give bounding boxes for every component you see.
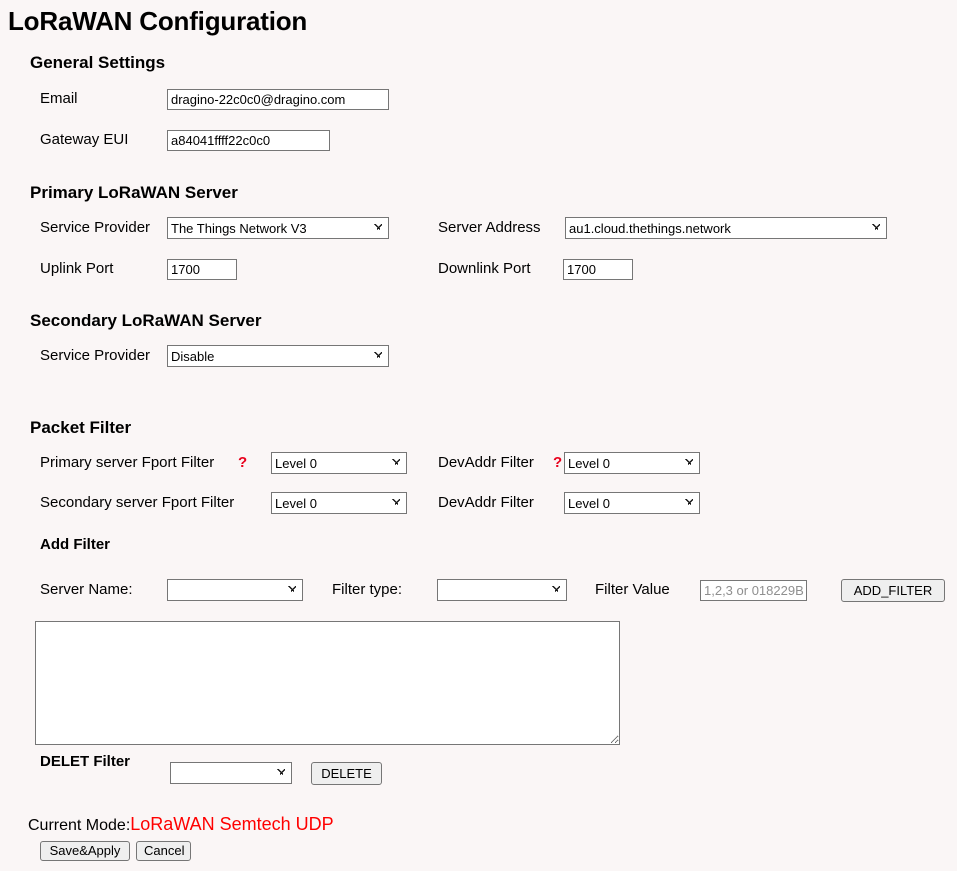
add-filter-button[interactable]: ADD_FILTER	[841, 579, 945, 602]
server-name-label: Server Name:	[40, 581, 133, 598]
section-heading-packet-filter: Packet Filter	[30, 418, 132, 437]
secondary-service-provider-label: Service Provider	[40, 347, 151, 364]
secondary-devaddr-filter-select[interactable]: Level 0	[564, 492, 700, 514]
primary-devaddr-help-icon[interactable]: ?	[553, 455, 562, 470]
section-heading-general-settings: General Settings	[30, 53, 166, 72]
current-mode-row: Current Mode: LoRaWAN Semtech UDP	[28, 814, 334, 835]
primary-fport-help-icon[interactable]: ?	[238, 455, 247, 470]
primary-fport-filter-label: Primary server Fport Filter	[40, 454, 215, 471]
email-field[interactable]	[167, 89, 389, 110]
secondary-service-provider-select[interactable]: Disable	[167, 345, 389, 367]
cancel-button[interactable]: Cancel	[136, 841, 191, 861]
server-name-select-wrap	[167, 579, 303, 601]
current-mode-value: LoRaWAN Semtech UDP	[130, 814, 334, 834]
uplink-port-label: Uplink Port	[40, 260, 114, 277]
delete-button[interactable]: DELETE	[311, 762, 382, 785]
primary-service-provider-label: Service Provider	[40, 219, 151, 236]
section-heading-primary-server: Primary LoRaWAN Server	[30, 183, 238, 202]
secondary-devaddr-filter-select-wrap: Level 0	[564, 492, 700, 514]
delete-filter-select-wrap	[170, 762, 292, 784]
filter-type-select[interactable]	[437, 579, 567, 601]
uplink-port-field[interactable]	[167, 259, 237, 280]
filter-type-label: Filter type:	[332, 581, 403, 598]
downlink-port-label: Downlink Port	[438, 260, 531, 277]
secondary-fport-filter-select-wrap: Level 0	[271, 492, 407, 514]
gateway-eui-label: Gateway EUI	[40, 131, 129, 148]
subsection-heading-add-filter: Add Filter	[40, 536, 110, 553]
primary-service-provider-select-wrap: The Things Network V3	[167, 217, 389, 239]
server-address-label: Server Address	[438, 219, 541, 236]
primary-fport-filter-select-wrap: Level 0	[271, 452, 407, 474]
filter-type-select-wrap	[437, 579, 567, 601]
current-mode-label: Current Mode:	[28, 817, 131, 834]
primary-service-provider-select[interactable]: The Things Network V3	[167, 217, 389, 239]
downlink-port-field[interactable]	[563, 259, 633, 280]
secondary-devaddr-filter-label: DevAddr Filter	[438, 494, 534, 511]
primary-devaddr-filter-select[interactable]: Level 0	[564, 452, 700, 474]
secondary-fport-filter-label: Secondary server Fport Filter	[40, 494, 235, 511]
subsection-heading-delete-filter: DELET Filter	[40, 753, 131, 770]
save-apply-button[interactable]: Save&Apply	[40, 841, 130, 861]
page-title: LoRaWAN Configuration	[8, 6, 308, 36]
server-name-select[interactable]	[167, 579, 303, 601]
email-label: Email	[40, 90, 78, 107]
server-address-select[interactable]: au1.cloud.thethings.network	[565, 217, 887, 239]
secondary-service-provider-select-wrap: Disable	[167, 345, 389, 367]
delete-filter-select[interactable]	[170, 762, 292, 784]
primary-devaddr-filter-select-wrap: Level 0	[564, 452, 700, 474]
filter-value-label: Filter Value	[595, 581, 670, 598]
primary-devaddr-filter-label: DevAddr Filter	[438, 454, 534, 471]
primary-fport-filter-select[interactable]: Level 0	[271, 452, 407, 474]
section-heading-secondary-server: Secondary LoRaWAN Server	[30, 311, 262, 330]
server-address-select-wrap: au1.cloud.thethings.network	[565, 217, 887, 239]
secondary-fport-filter-select[interactable]: Level 0	[271, 492, 407, 514]
gateway-eui-field[interactable]	[167, 130, 330, 151]
filter-list-textarea[interactable]	[35, 621, 620, 745]
filter-value-input[interactable]	[700, 580, 807, 601]
